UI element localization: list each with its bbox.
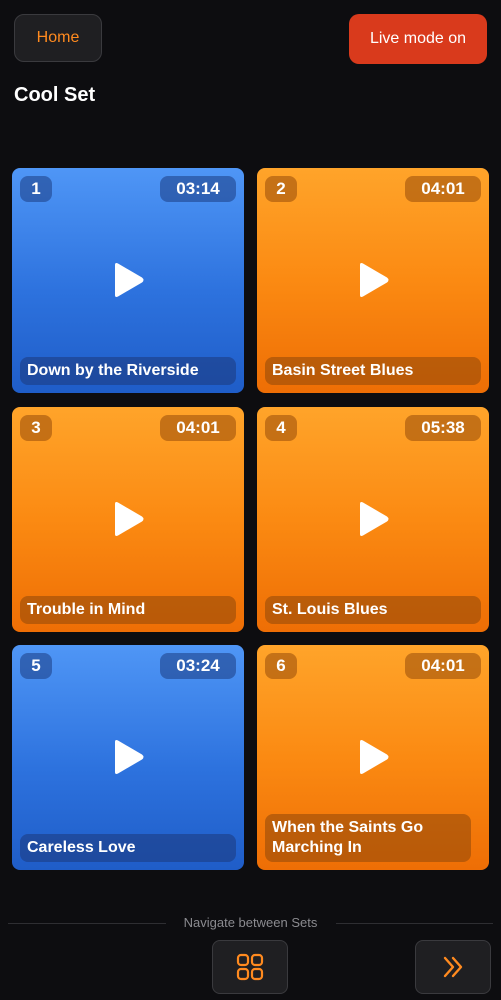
sets-grid-button[interactable] [212, 940, 288, 994]
song-number: 5 [20, 653, 52, 679]
play-icon[interactable] [356, 501, 390, 537]
song-number: 3 [20, 415, 52, 441]
song-duration: 04:01 [405, 653, 481, 679]
song-title: Careless Love [20, 834, 236, 862]
song-title: Down by the Riverside [20, 357, 236, 385]
song-duration: 05:38 [405, 415, 481, 441]
play-icon[interactable] [356, 262, 390, 298]
song-number: 4 [265, 415, 297, 441]
song-duration: 04:01 [160, 415, 236, 441]
play-icon[interactable] [111, 501, 145, 537]
next-set-button[interactable] [415, 940, 491, 994]
song-duration: 03:14 [160, 176, 236, 202]
song-tile[interactable]: 6 04:01 When the Saints Go Marching In [257, 645, 489, 870]
song-tile[interactable]: 5 03:24 Careless Love [12, 645, 244, 870]
song-tile[interactable]: 1 03:14 Down by the Riverside [12, 168, 244, 393]
grid-icon [236, 953, 264, 981]
play-icon[interactable] [111, 262, 145, 298]
set-title: Cool Set [14, 84, 96, 106]
song-tile[interactable]: 3 04:01 Trouble in Mind [12, 407, 244, 632]
live-mode-button[interactable]: Live mode on [349, 14, 487, 64]
song-number: 1 [20, 176, 52, 202]
navigate-label: Navigate between Sets [183, 915, 318, 930]
chevron-double-right-icon [443, 956, 463, 978]
song-title: St. Louis Blues [265, 596, 481, 624]
play-icon[interactable] [111, 739, 145, 775]
song-title: Trouble in Mind [20, 596, 236, 624]
home-button[interactable]: Home [14, 14, 102, 62]
song-tile[interactable]: 2 04:01 Basin Street Blues [257, 168, 489, 393]
song-duration: 04:01 [405, 176, 481, 202]
song-duration: 03:24 [160, 653, 236, 679]
song-title: Basin Street Blues [265, 357, 481, 385]
song-number: 2 [265, 176, 297, 202]
song-number: 6 [265, 653, 297, 679]
play-icon[interactable] [356, 739, 390, 775]
song-tile[interactable]: 4 05:38 St. Louis Blues [257, 407, 489, 632]
song-title: When the Saints Go Marching In [265, 814, 471, 862]
